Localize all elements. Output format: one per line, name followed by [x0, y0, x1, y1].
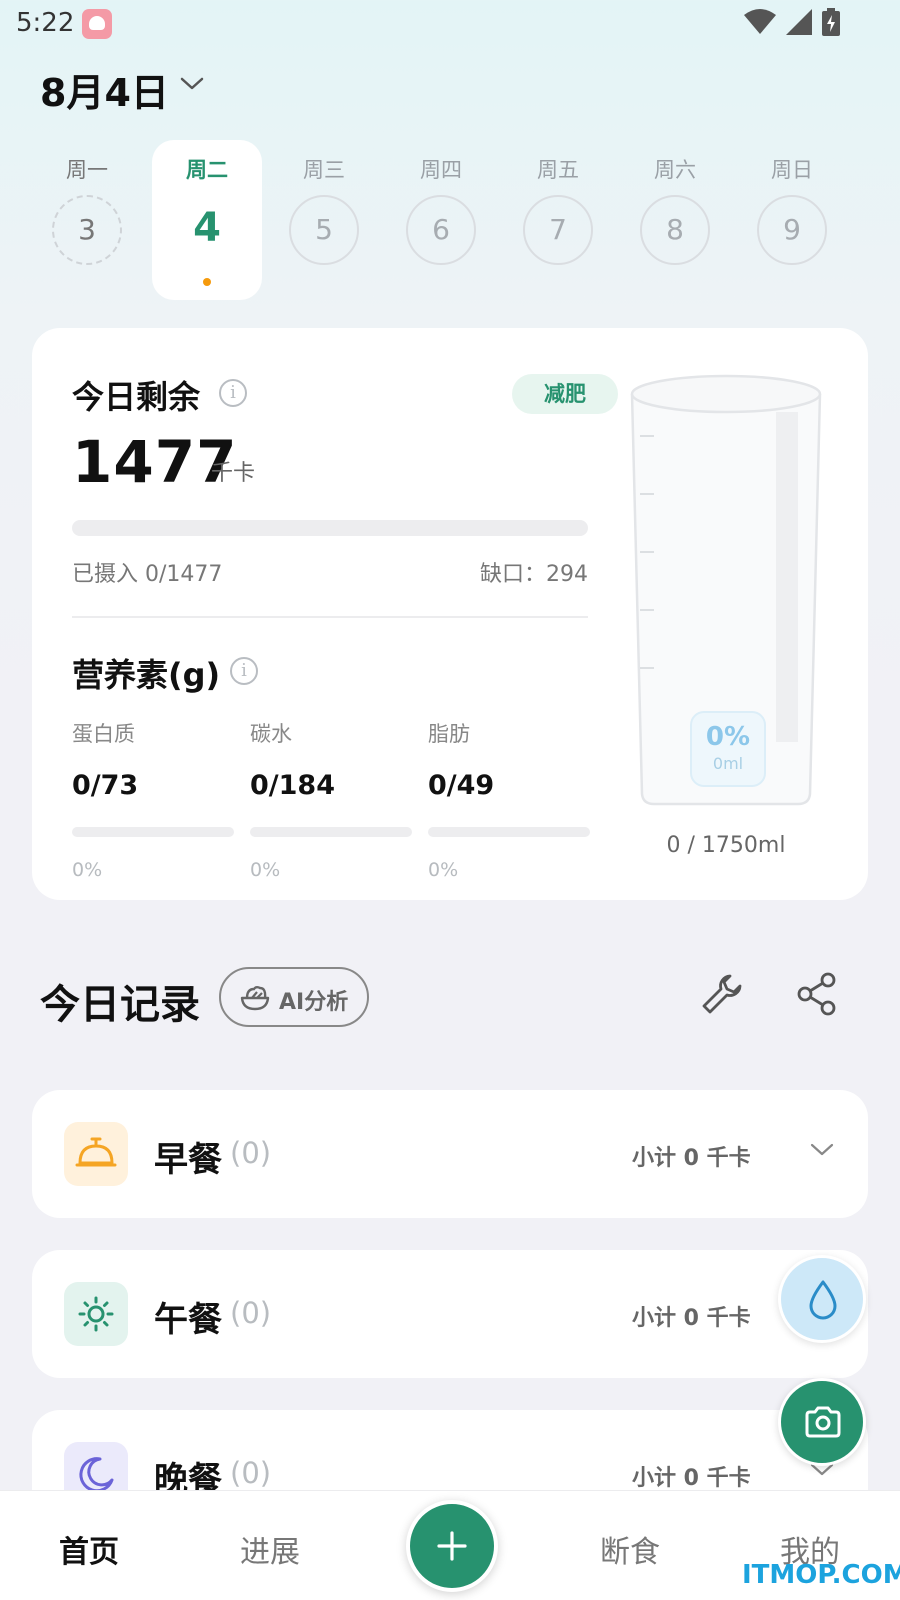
week-day-number: 9: [757, 195, 827, 265]
chevron-down-icon[interactable]: [810, 1142, 834, 1158]
camera-icon: [805, 1406, 841, 1438]
nutrient-fat: 脂肪 0/49 0%: [428, 718, 590, 881]
nutrient-progress-bar: [428, 827, 590, 837]
divider: [72, 616, 588, 618]
add-food-button[interactable]: [406, 1500, 498, 1592]
wrench-icon[interactable]: [700, 972, 744, 1016]
week-day-thu[interactable]: 周四 6: [386, 140, 496, 300]
week-day-name: 周三: [303, 158, 345, 182]
week-day-name: 周六: [654, 158, 696, 182]
nutrient-label: 脂肪: [428, 722, 470, 746]
meal-name: 午餐: [154, 1300, 222, 1340]
meal-subtotal: 小计 0 千卡: [632, 1466, 751, 1491]
deficit-label: 缺口：294: [480, 562, 588, 587]
status-icons: [744, 8, 840, 36]
intake-label: 已摄入 0/1477: [72, 562, 223, 587]
meal-name: 早餐: [154, 1140, 222, 1180]
week-day-number: 8: [640, 195, 710, 265]
nutrient-protein: 蛋白质 0/73 0%: [72, 718, 234, 881]
meal-card-breakfast[interactable]: 早餐 (0) 小计 0 千卡: [32, 1090, 868, 1218]
nutrient-percent: 0%: [428, 859, 459, 881]
week-day-name: 周二: [186, 158, 228, 182]
water-percent: 0%: [705, 722, 751, 752]
week-day-sat[interactable]: 周六 8: [620, 140, 730, 300]
notification-app-icon: [82, 9, 112, 39]
week-day-name: 周五: [537, 158, 579, 182]
camera-button[interactable]: [778, 1378, 866, 1466]
nav-fasting[interactable]: 断食: [570, 1527, 690, 1571]
plus-icon: [437, 1531, 467, 1561]
week-day-sun[interactable]: 周日 9: [737, 140, 847, 300]
info-icon[interactable]: i: [230, 657, 258, 685]
week-day-mon[interactable]: 周一 3: [32, 140, 142, 300]
week-day-number: 3: [52, 195, 122, 265]
share-icon[interactable]: [796, 972, 838, 1016]
nutrient-percent: 0%: [250, 859, 281, 881]
remaining-label: 今日剩余: [72, 378, 201, 416]
nutrient-progress-bar: [250, 827, 412, 837]
nutrient-carbs: 碳水 0/184 0%: [250, 718, 412, 881]
ai-analysis-label: AI分析: [279, 990, 349, 1015]
water-drop-icon: [809, 1280, 837, 1320]
water-total: 0 / 1750ml: [666, 833, 786, 858]
meal-count: (0): [230, 1136, 272, 1170]
chevron-down-icon[interactable]: [180, 76, 204, 92]
nutrient-value: 0/73: [72, 770, 139, 801]
week-day-number: 7: [523, 195, 593, 265]
date-title[interactable]: 8月4日: [40, 62, 169, 117]
week-day-number: 4: [193, 205, 221, 251]
meal-count: (0): [230, 1456, 272, 1490]
nav-home[interactable]: 首页: [29, 1527, 149, 1571]
signal-icon: [786, 9, 812, 35]
week-day-wed[interactable]: 周三 5: [269, 140, 379, 300]
add-water-button[interactable]: [778, 1255, 866, 1343]
record-dot: [203, 278, 211, 286]
wifi-icon: [744, 9, 776, 34]
nutrient-label: 蛋白质: [72, 722, 135, 746]
week-day-name: 周四: [420, 158, 462, 182]
ai-analysis-button[interactable]: AI分析: [219, 967, 369, 1027]
nutrient-value: 0/184: [250, 770, 336, 801]
week-day-name: 周一: [66, 158, 108, 182]
water-progress-badge: 0% 0ml: [690, 711, 766, 787]
calorie-progress-bar: [72, 520, 588, 536]
nutrient-label: 碳水: [250, 722, 292, 746]
records-title: 今日记录: [40, 982, 200, 1028]
meal-subtotal: 小计 0 千卡: [632, 1146, 751, 1171]
sun-icon: [78, 1296, 114, 1332]
week-day-name: 周日: [771, 158, 813, 182]
calorie-unit: 千卡: [211, 461, 256, 486]
meal-icon-box: [64, 1122, 128, 1186]
nutrient-percent: 0%: [72, 859, 103, 881]
nutrient-progress-bar: [72, 827, 234, 837]
watermark: ITMOP.COM: [742, 1560, 900, 1590]
bell-icon: [75, 1137, 117, 1167]
week-strip: 周一 3 周二 4 周三 5 周四 6 周五 7 周六 8 周日 9: [32, 140, 868, 300]
water-amount: 0ml: [712, 754, 744, 773]
meal-subtotal: 小计 0 千卡: [632, 1306, 751, 1331]
nutrient-value: 0/49: [428, 770, 495, 801]
week-day-tue[interactable]: 周二 4: [152, 140, 262, 300]
nav-progress[interactable]: 进展: [210, 1527, 330, 1571]
salad-bowl-icon: [240, 986, 270, 1011]
meal-count: (0): [230, 1296, 272, 1330]
status-time: 5:22: [16, 8, 75, 38]
nutrients-title: 营养素(g): [72, 656, 221, 694]
week-day-number: 6: [406, 195, 476, 265]
info-icon[interactable]: i: [219, 379, 247, 407]
goal-badge: 减肥: [512, 374, 618, 414]
week-day-fri[interactable]: 周五 7: [503, 140, 613, 300]
meal-card-lunch[interactable]: 午餐 (0) 小计 0 千卡: [32, 1250, 868, 1378]
week-day-number: 5: [289, 195, 359, 265]
battery-icon: [822, 8, 840, 36]
meal-icon-box: [64, 1282, 128, 1346]
